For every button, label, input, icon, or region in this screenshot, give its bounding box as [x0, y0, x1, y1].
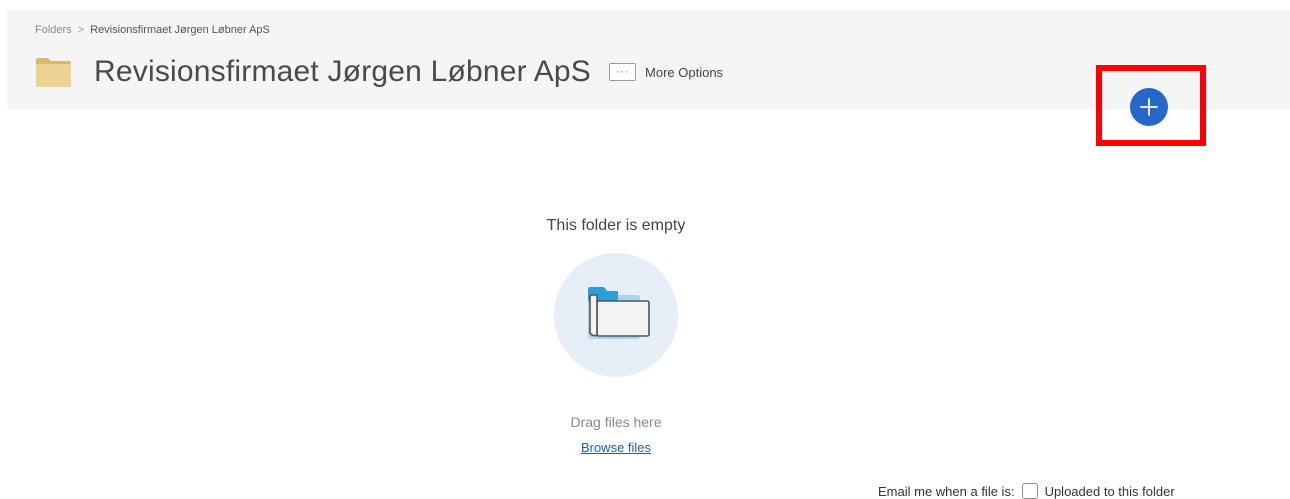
empty-folder-icon — [588, 287, 650, 339]
email-notification-row: Email me when a file is: Uploaded to thi… — [878, 483, 1175, 499]
more-options-label: More Options — [645, 64, 724, 80]
uploaded-checkbox[interactable] — [1021, 483, 1038, 499]
email-notification-label: Email me when a file is: — [878, 483, 1015, 499]
folder-icon — [36, 58, 71, 87]
browse-files-link[interactable]: Browse files — [581, 440, 651, 455]
empty-state-title: This folder is empty — [546, 217, 686, 234]
breadcrumb-folders-link[interactable]: Folders — [35, 24, 72, 36]
drag-files-text: Drag files here — [570, 414, 662, 430]
uploaded-checkbox-label[interactable]: Uploaded to this folder — [1045, 484, 1175, 499]
breadcrumb-separator: > — [77, 24, 85, 36]
breadcrumb: Folders > Revisionsfirmaet Jørgen Løbner… — [35, 24, 270, 36]
plus-icon — [1140, 98, 1158, 116]
title-row: Revisionsfirmaet Jørgen Løbner ApS ··· M… — [35, 55, 723, 89]
more-options-button[interactable]: ··· More Options — [609, 63, 723, 81]
add-button[interactable] — [1130, 88, 1168, 126]
page-title: Revisionsfirmaet Jørgen Løbner ApS — [94, 55, 592, 88]
empty-folder-illustration — [554, 253, 678, 377]
browse-files-container: Browse files — [0, 440, 1232, 455]
breadcrumb-current: Revisionsfirmaet Jørgen Løbner ApS — [90, 24, 270, 36]
ellipsis-icon: ··· — [609, 63, 637, 81]
